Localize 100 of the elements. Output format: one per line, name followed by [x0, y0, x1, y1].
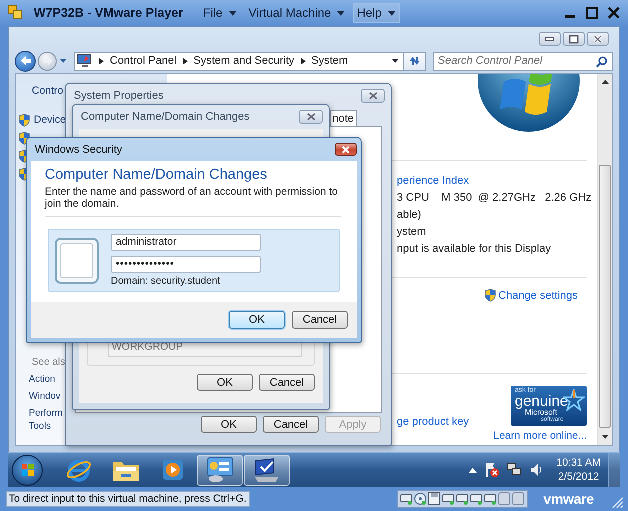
shield-icon	[484, 289, 496, 302]
close-button[interactable]	[606, 5, 622, 21]
show-hidden-icons-icon[interactable]	[468, 468, 477, 472]
maximize-button[interactable]	[584, 5, 600, 21]
taskbar-button[interactable]	[244, 454, 290, 486]
change-settings-link[interactable]: Change settings	[484, 289, 578, 302]
media-player-icon	[162, 459, 184, 481]
device-icon[interactable]	[428, 492, 441, 506]
dialog-title: System Properties	[74, 90, 164, 102]
user-tile-icon	[55, 238, 99, 284]
close-icon	[341, 146, 351, 154]
start-button[interactable]	[12, 454, 43, 486]
refresh-icon	[408, 55, 422, 67]
chevron-icon	[99, 58, 104, 64]
domain-label: Domain: security.student	[111, 276, 222, 287]
address-bar[interactable]: Control Panel System and Security System	[74, 52, 404, 70]
product-key-link[interactable]: ge product key	[397, 416, 470, 428]
dialog-heading: Computer Name/Domain Changes	[45, 167, 268, 183]
back-button[interactable]	[15, 50, 36, 72]
shield-icon	[19, 114, 30, 126]
close-icon	[306, 113, 316, 121]
scroll-up-icon[interactable]	[602, 80, 608, 84]
close-icon	[368, 92, 378, 100]
nav-link[interactable]: Contro	[32, 85, 64, 97]
minimize-button[interactable]	[539, 32, 561, 46]
minimize-icon	[545, 36, 555, 42]
close-button[interactable]	[361, 89, 385, 103]
device-icon[interactable]	[442, 492, 455, 506]
brand-logo: vmware	[544, 491, 594, 507]
monitor-icon	[252, 457, 282, 483]
network-icon[interactable]	[506, 462, 523, 478]
breadcrumb-item[interactable]: System	[312, 55, 348, 67]
right-arrow-icon	[42, 56, 54, 66]
control-panel-icon	[77, 54, 93, 68]
info-text: able)	[397, 208, 422, 223]
close-button[interactable]	[299, 110, 323, 124]
dialog-button[interactable]: Cancel	[292, 311, 348, 329]
maximize-icon	[586, 7, 598, 19]
dialog-title: Windows Security	[35, 144, 122, 156]
learn-more-link[interactable]: Learn more online...	[494, 430, 587, 442]
chevron-icon	[182, 58, 188, 64]
badge-text: Microsoft	[525, 409, 558, 417]
close-button[interactable]	[335, 143, 357, 156]
close-icon	[608, 7, 620, 19]
section-heading: See als	[32, 356, 66, 369]
task-link[interactable]: Device	[34, 114, 66, 126]
taskbar-button[interactable]	[197, 454, 243, 486]
caret-icon	[228, 10, 237, 16]
flag-error-icon[interactable]	[484, 462, 500, 478]
menu-button[interactable]: Help	[353, 3, 400, 23]
resize-grip-icon[interactable]	[612, 497, 624, 509]
scroll-down-icon[interactable]	[602, 435, 608, 439]
restore-icon	[569, 34, 579, 44]
device-icon[interactable]	[400, 492, 413, 506]
dialog-button[interactable]: Cancel	[263, 416, 319, 433]
caret-icon	[392, 59, 399, 63]
see-also-link[interactable]: Action	[29, 373, 56, 386]
info-text: ystem	[397, 225, 426, 240]
left-arrow-icon	[20, 56, 32, 66]
search-field[interactable]: Search Control Panel	[433, 52, 613, 70]
close-button[interactable]	[587, 32, 609, 46]
rating-link[interactable]: perience Index	[397, 173, 470, 190]
password-field[interactable]: ••••••••••••••	[111, 256, 261, 273]
refresh-button[interactable]	[404, 52, 426, 70]
four-squares-icon	[22, 464, 34, 476]
device-icon[interactable]	[456, 492, 469, 506]
status-message: To direct input to this virtual machine, press Ctrl+G.	[6, 491, 250, 507]
chevron-icon	[300, 58, 306, 64]
clock-date: 2/5/2012	[558, 470, 600, 484]
restore-button[interactable]	[563, 32, 585, 46]
breadcrumb-item[interactable]: Control Panel	[110, 55, 177, 67]
see-also-link[interactable]: Perform Tools	[29, 407, 63, 433]
info-text: nput is available for this Display	[397, 242, 552, 257]
app-icon	[8, 5, 24, 21]
dialog-message: Enter the name and password of an account with permission to join the domain.	[45, 186, 339, 210]
device-icon[interactable]	[414, 492, 427, 506]
dialog-button[interactable]: Cancel	[259, 374, 315, 391]
dialog-button[interactable]: OK	[229, 311, 285, 329]
browser-icon	[66, 457, 92, 483]
dialog-title: Computer Name/Domain Changes	[81, 111, 250, 123]
username-field[interactable]: administrator	[111, 234, 261, 251]
breadcrumb-item[interactable]: System and Security	[194, 55, 295, 67]
caret-icon	[388, 10, 396, 16]
dialog-button[interactable]: OK	[197, 374, 253, 391]
speaker-icon[interactable]	[530, 463, 544, 477]
device-icon[interactable]	[470, 492, 483, 506]
control-panel-icon	[205, 457, 235, 483]
device-icon[interactable]	[484, 492, 497, 506]
scroll-thumb[interactable]	[599, 165, 611, 428]
tab[interactable]: note	[330, 110, 357, 126]
menu-button[interactable]: File	[199, 3, 241, 23]
clock-time: 10:31 AM	[556, 456, 601, 470]
search-icon	[596, 56, 608, 68]
close-icon	[593, 34, 603, 44]
dialog-button[interactable]: OK	[201, 416, 257, 433]
menu-button[interactable]: Virtual Machine	[244, 3, 350, 23]
window-title: W7P32B - VMware Player	[34, 6, 184, 20]
see-also-link[interactable]: Windov	[29, 390, 61, 403]
clock[interactable]: 10:31 AM 2/5/2012	[556, 456, 601, 484]
scrollbar[interactable]	[597, 74, 612, 445]
